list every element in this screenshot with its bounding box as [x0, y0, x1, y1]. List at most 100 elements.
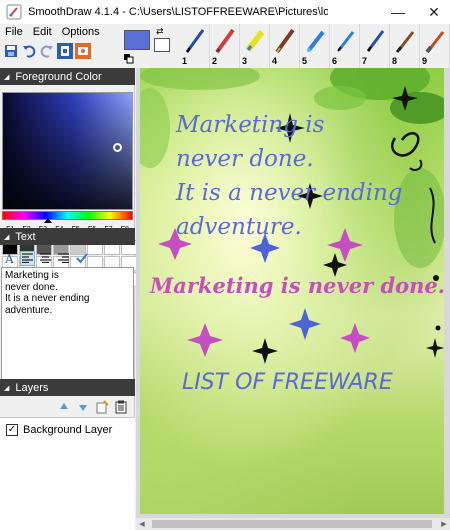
font-button[interactable]: A — [2, 251, 17, 266]
canvas-footer-text: LIST OF FREEWARE — [182, 370, 393, 395]
new-layer-button[interactable] — [94, 399, 110, 415]
color-spectrum[interactable] — [2, 92, 133, 210]
text-line: It is a never ending — [5, 293, 90, 304]
foreground-color-swatch[interactable] — [124, 30, 150, 50]
save-icon — [5, 45, 17, 57]
brush-number: 6 — [332, 56, 338, 66]
collapse-caret-icon: ◢ — [4, 233, 10, 241]
brush-6-spray[interactable]: 6 — [330, 24, 360, 68]
menu-edit[interactable]: Edit — [28, 26, 57, 38]
arrow-up-icon — [60, 403, 68, 409]
layer-visibility-checkbox[interactable]: ✓ — [6, 424, 18, 436]
brush-1-pen[interactable]: 1 — [180, 24, 210, 68]
layers-panel-header[interactable]: ◢ Layers — [0, 379, 135, 396]
save-button[interactable] — [3, 43, 19, 59]
align-right-icon — [58, 253, 69, 263]
align-left-button[interactable] — [20, 250, 35, 266]
brush-4-marker[interactable]: 4 — [270, 24, 300, 68]
canvas-text-line: Marketing is — [176, 112, 325, 138]
layers-toolbar — [0, 398, 135, 416]
redo-icon — [40, 45, 53, 58]
foreground-color-header[interactable]: ◢ Foreground Color — [0, 68, 135, 85]
svg-text:A: A — [4, 252, 14, 264]
checkmark-icon — [75, 253, 88, 264]
brush-5-airbrush[interactable]: 5 — [300, 24, 330, 68]
quick-toolbar — [0, 40, 120, 62]
canvas-viewport: Marketing is never done. It is a never e… — [136, 68, 450, 518]
brush-2-pencil[interactable]: 2 — [210, 24, 240, 68]
text-input-area[interactable]: Marketing is never done. It is a never e… — [1, 267, 134, 381]
scroll-left-icon[interactable]: ◀ — [136, 518, 148, 530]
menu-file[interactable]: File — [0, 26, 28, 38]
canvas-magenta-text: Marketing is never done. — [150, 273, 446, 298]
text-panel-header[interactable]: ◢ Text — [0, 228, 135, 245]
ink-pen-icon — [366, 30, 385, 52]
brush-9-flat-brush[interactable]: 9 — [420, 24, 450, 68]
new-layer-icon — [96, 400, 109, 414]
layer-name: Background Layer — [23, 424, 113, 436]
color-picker-handle[interactable] — [113, 143, 122, 152]
brush-number: 1 — [182, 56, 188, 66]
title-bar: SmoothDraw 4.1.4 - C:\Users\LISTOFFREEWA… — [0, 0, 450, 24]
canvas-blue-text: Marketing is never done. It is a never e… — [176, 108, 403, 244]
canvas-text-line: adventure. — [176, 214, 302, 240]
spray-icon — [337, 31, 355, 52]
brush-number: 8 — [392, 56, 398, 66]
foreground-color-title: Foreground Color — [15, 70, 102, 83]
layer-row[interactable]: ✓ Background Layer — [6, 424, 112, 436]
move-layer-down-button[interactable] — [75, 399, 91, 415]
align-right-button[interactable] — [56, 251, 71, 266]
canvas-size-icon — [61, 46, 69, 56]
canvas-text-line: It is a never ending — [176, 180, 403, 206]
photo-icon — [78, 47, 88, 55]
reset-colors-icon[interactable] — [124, 54, 134, 64]
apply-text-button[interactable] — [74, 251, 89, 266]
drawing-canvas[interactable]: Marketing is never done. It is a never e… — [140, 68, 446, 514]
hue-slider[interactable] — [2, 211, 133, 220]
marker-icon — [275, 28, 295, 54]
close-button[interactable]: ✕ — [414, 0, 450, 24]
brush-number: 9 — [422, 56, 428, 66]
brush-3-highlighter[interactable]: 3 — [240, 24, 270, 68]
brush-number: 2 — [212, 56, 218, 66]
highlighter-icon — [245, 30, 265, 52]
scroll-right-icon[interactable]: ▶ — [438, 518, 450, 530]
menu-options[interactable]: Options — [57, 26, 105, 38]
move-layer-up-button[interactable] — [56, 399, 72, 415]
airbrush-icon — [307, 30, 325, 52]
brush-7-ink[interactable]: 7 — [360, 24, 390, 68]
brush-toolbar: ⇄ 1 2 3 4 5 6 7 8 9 — [120, 24, 450, 68]
canvas-text-layer: Marketing is never done. It is a never e… — [140, 68, 446, 514]
photo-button[interactable] — [75, 43, 91, 59]
menu-bar: File Edit Options — [0, 24, 120, 40]
brush-list: 1 2 3 4 5 6 7 8 9 — [180, 24, 450, 68]
minimize-button[interactable]: — — [378, 0, 418, 24]
align-center-button[interactable] — [38, 251, 53, 266]
undo-button[interactable] — [21, 43, 37, 59]
window-title: SmoothDraw 4.1.4 - C:\Users\LISTOFFREEWA… — [28, 6, 328, 18]
collapse-caret-icon: ◢ — [4, 384, 10, 392]
brush-8-paintbrush[interactable]: 8 — [390, 24, 420, 68]
align-left-icon — [22, 253, 33, 263]
paintbrush-icon — [395, 31, 415, 53]
brush-number: 7 — [362, 56, 368, 66]
background-color-swatch[interactable] — [154, 38, 170, 52]
hue-slider-marker[interactable] — [44, 218, 52, 223]
brush-number: 4 — [272, 56, 278, 66]
layer-properties-button[interactable] — [113, 399, 129, 415]
font-icon: A — [4, 252, 14, 264]
collapse-caret-icon: ◢ — [4, 73, 10, 81]
text-line: never done. — [5, 281, 58, 293]
canvas-text-line: never done. — [176, 146, 314, 172]
swap-colors-icon[interactable]: ⇄ — [156, 26, 164, 37]
pen-icon — [185, 29, 205, 53]
redo-button[interactable] — [39, 43, 55, 59]
canvas-size-button[interactable] — [57, 43, 73, 59]
brush-number: 3 — [242, 56, 248, 66]
smoothdraw-app-icon — [6, 4, 22, 20]
pencil-icon — [215, 28, 235, 54]
horizontal-scrollbar[interactable]: ◀ ▶ — [136, 518, 450, 530]
align-center-icon — [40, 253, 51, 263]
text-toolbar: A — [2, 249, 133, 267]
scrollbar-thumb[interactable] — [152, 520, 432, 528]
